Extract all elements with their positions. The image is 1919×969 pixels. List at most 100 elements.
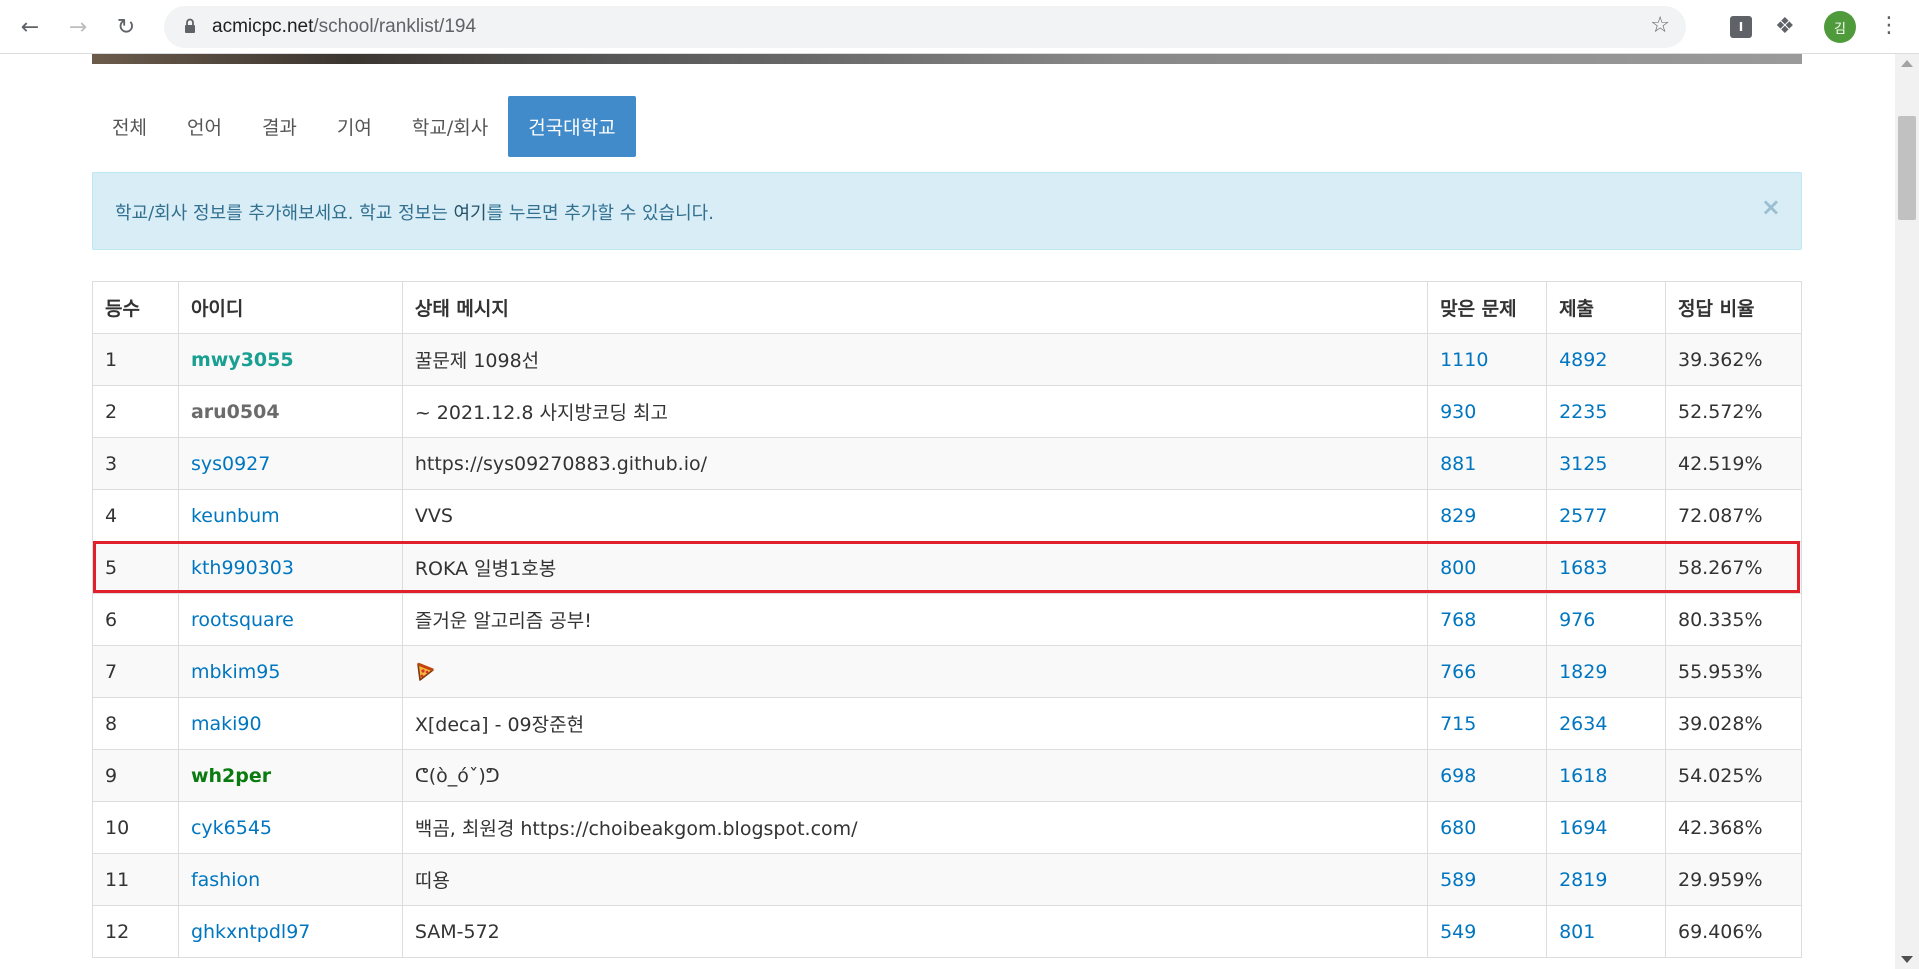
cell-submissions: 2819	[1546, 853, 1666, 906]
pizza-icon	[417, 662, 434, 681]
cell-ratio: 39.362%	[1665, 333, 1802, 386]
user-id-link[interactable]: cyk6545	[191, 817, 272, 839]
alert-add-link[interactable]: 여기	[453, 203, 486, 224]
submissions-count-link[interactable]: 1829	[1559, 661, 1607, 683]
cell-status-message: SAM-572	[401, 905, 1429, 958]
close-icon[interactable]: ×	[1761, 193, 1781, 221]
cell-submissions: 2235	[1546, 385, 1666, 438]
user-id-link[interactable]: keunbum	[191, 505, 280, 527]
tab-konkuk-university[interactable]: 건국대학교	[508, 96, 636, 157]
submissions-count-link[interactable]: 1683	[1559, 557, 1607, 579]
cell-submissions: 1829	[1546, 645, 1666, 698]
user-id-link[interactable]: sys0927	[191, 453, 270, 475]
solved-count-link[interactable]: 715	[1440, 713, 1476, 735]
menu-icon[interactable]: ⋮	[1878, 12, 1900, 40]
cell-solved: 715	[1427, 697, 1548, 750]
cell-status-message	[401, 645, 1429, 698]
user-id-link[interactable]: mbkim95	[191, 661, 281, 683]
submissions-count-link[interactable]: 3125	[1559, 453, 1607, 475]
user-id-link[interactable]: kth990303	[191, 557, 294, 579]
cell-rank: 8	[92, 697, 179, 750]
user-id-link[interactable]: maki90	[191, 713, 262, 735]
cell-solved: 766	[1427, 645, 1548, 698]
scroll-up-arrow-icon[interactable]	[1901, 60, 1913, 67]
tab-contribution[interactable]: 기여	[317, 96, 392, 157]
forward-icon[interactable]: →	[62, 11, 94, 43]
tab-all[interactable]: 전체	[92, 96, 167, 157]
header-status-message[interactable]: 상태 메시지	[401, 281, 1429, 334]
table-row: 6 rootsquare 즐거운 알고리즘 공부! 768 976 80.335%	[92, 593, 1802, 646]
cell-user-id: kth990303	[177, 541, 403, 594]
submissions-count-link[interactable]: 976	[1559, 609, 1595, 631]
tab-result[interactable]: 결과	[242, 96, 317, 157]
cell-submissions: 2634	[1546, 697, 1666, 750]
solved-count-link[interactable]: 768	[1440, 609, 1476, 631]
browser-toolbar: ← → ↻ acmicpc.net/school/ranklist/194 ☆ …	[0, 0, 1919, 54]
cell-solved: 930	[1427, 385, 1548, 438]
tab-language[interactable]: 언어	[167, 96, 242, 157]
cell-user-id: wh2per	[177, 749, 403, 802]
cell-rank: 6	[92, 593, 179, 646]
bookmark-star-icon[interactable]: ☆	[1650, 13, 1670, 38]
solved-count-link[interactable]: 698	[1440, 765, 1476, 787]
header-id[interactable]: 아이디	[177, 281, 403, 334]
cell-ratio: 52.572%	[1665, 385, 1802, 438]
cell-rank: 1	[92, 333, 179, 386]
user-id-link[interactable]: ghkxntpdl97	[191, 921, 310, 943]
header-rank[interactable]: 등수	[92, 281, 179, 334]
solved-count-link[interactable]: 881	[1440, 453, 1476, 475]
cell-ratio: 72.087%	[1665, 489, 1802, 542]
scroll-down-arrow-icon[interactable]	[1901, 956, 1913, 963]
cell-ratio: 55.953%	[1665, 645, 1802, 698]
table-row: 9 wh2per ᕦ(ò_óˇ)ᕤ 698 1618 54.025%	[92, 749, 1802, 802]
solved-count-link[interactable]: 829	[1440, 505, 1476, 527]
submissions-count-link[interactable]: 4892	[1559, 349, 1607, 371]
address-bar[interactable]: acmicpc.net/school/ranklist/194 ☆	[164, 6, 1686, 48]
cell-rank: 2	[92, 385, 179, 438]
cell-user-id: cyk6545	[177, 801, 403, 854]
tab-school-company[interactable]: 학교/회사	[392, 96, 508, 157]
user-id-link[interactable]: wh2per	[191, 765, 271, 787]
cell-user-id: sys0927	[177, 437, 403, 490]
page-scrollbar[interactable]	[1895, 54, 1919, 969]
header-solved[interactable]: 맞은 문제	[1427, 281, 1548, 334]
cell-ratio: 58.267%	[1665, 541, 1802, 594]
reload-icon[interactable]: ↻	[110, 11, 142, 43]
user-id-link[interactable]: aru0504	[191, 401, 280, 423]
solved-count-link[interactable]: 1110	[1440, 349, 1488, 371]
user-id-link[interactable]: mwy3055	[191, 349, 294, 371]
cell-solved: 768	[1427, 593, 1548, 646]
solved-count-link[interactable]: 589	[1440, 869, 1476, 891]
extension-icon[interactable]: I	[1730, 16, 1752, 38]
cell-submissions: 1694	[1546, 801, 1666, 854]
submissions-count-link[interactable]: 2235	[1559, 401, 1607, 423]
header-ratio[interactable]: 정답 비율	[1665, 281, 1802, 334]
submissions-count-link[interactable]: 1618	[1559, 765, 1607, 787]
solved-count-link[interactable]: 549	[1440, 921, 1476, 943]
solved-count-link[interactable]: 930	[1440, 401, 1476, 423]
cell-rank: 11	[92, 853, 179, 906]
table-row: 7 mbkim95 766 1829 55.953%	[92, 645, 1802, 698]
cell-status-message: 꿀문제 1098선	[401, 333, 1429, 386]
header-submissions[interactable]: 제출	[1546, 281, 1666, 334]
cell-status-message: VVS	[401, 489, 1429, 542]
cell-user-id: fashion	[177, 853, 403, 906]
user-id-link[interactable]: fashion	[191, 869, 260, 891]
solved-count-link[interactable]: 680	[1440, 817, 1476, 839]
solved-count-link[interactable]: 766	[1440, 661, 1476, 683]
submissions-count-link[interactable]: 1694	[1559, 817, 1607, 839]
submissions-count-link[interactable]: 801	[1559, 921, 1595, 943]
alert-message: 학교/회사 정보를 추가해보세요. 학교 정보는 여기를 누르면 추가할 수 있…	[115, 203, 714, 224]
back-icon[interactable]: ←	[14, 11, 46, 43]
user-id-link[interactable]: rootsquare	[191, 609, 294, 631]
submissions-count-link[interactable]: 2819	[1559, 869, 1607, 891]
cell-solved: 680	[1427, 801, 1548, 854]
extensions-puzzle-icon[interactable]: ❖	[1775, 14, 1795, 39]
scroll-thumb[interactable]	[1898, 116, 1916, 220]
submissions-count-link[interactable]: 2577	[1559, 505, 1607, 527]
cell-submissions: 976	[1546, 593, 1666, 646]
solved-count-link[interactable]: 800	[1440, 557, 1476, 579]
profile-avatar[interactable]: 김	[1824, 11, 1856, 43]
cell-user-id: keunbum	[177, 489, 403, 542]
submissions-count-link[interactable]: 2634	[1559, 713, 1607, 735]
